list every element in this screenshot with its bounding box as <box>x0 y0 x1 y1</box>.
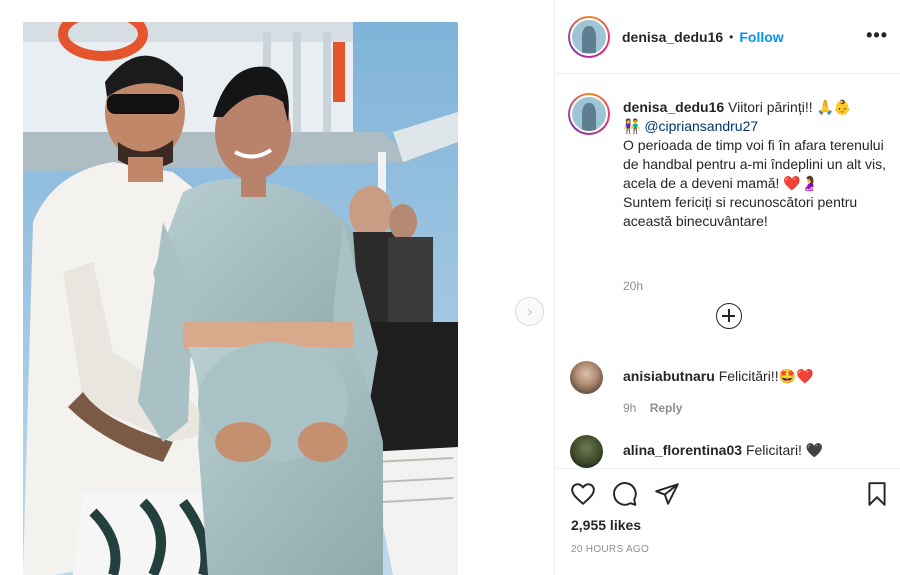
caption-avatar[interactable] <box>568 93 610 135</box>
comment-text: anisiabutnaru Felicitări!!🤩❤️ <box>623 368 813 385</box>
post-photo[interactable] <box>23 22 458 575</box>
caption-mention[interactable]: @cipriansandru27 <box>644 118 758 134</box>
post-header: denisa_dedu16 • Follow ••• <box>556 0 900 74</box>
caption-text: denisa_dedu16 Viitori părinți!! 🙏👶 👫 @ci… <box>623 98 888 231</box>
comment-text: alina_florentina03 Felicitari! 🖤 <box>623 442 823 459</box>
post-timestamp[interactable]: 20 HOURS AGO <box>571 544 649 555</box>
caption-line: Viitori părinți!! 🙏👶 <box>728 99 852 115</box>
comment-icon[interactable] <box>612 481 638 510</box>
next-photo-button[interactable]: › <box>515 297 544 326</box>
post-side-panel: denisa_dedu16 • Follow ••• denisa_dedu16… <box>556 0 900 575</box>
author-avatar[interactable] <box>568 15 610 58</box>
heart-icon[interactable] <box>570 481 596 510</box>
caption-body: O perioada de timp voi fi în afara teren… <box>623 137 887 191</box>
caption-couple-emoji: 👫 <box>623 118 645 134</box>
comment-time: 9h <box>623 401 637 415</box>
paper-plane-icon[interactable] <box>654 481 680 510</box>
plus-circle-icon[interactable] <box>716 303 742 329</box>
chevron-right-icon: › <box>526 301 534 321</box>
comment-username[interactable]: alina_florentina03 <box>623 442 742 458</box>
header-separator: • <box>729 29 734 44</box>
comments-section: denisa_dedu16 Viitori părinți!! 🙏👶 👫 @ci… <box>556 75 900 468</box>
reply-button[interactable]: Reply <box>650 401 683 415</box>
commenter-avatar[interactable] <box>570 435 603 468</box>
more-options-icon[interactable]: ••• <box>866 25 888 46</box>
commenter-avatar[interactable] <box>570 361 603 394</box>
comment-username[interactable]: anisiabutnaru <box>623 368 715 384</box>
post-actions: 2,955 likes 20 HOURS AGO <box>556 468 900 575</box>
follow-button[interactable]: Follow <box>739 29 783 45</box>
like-count[interactable]: 2,955 likes <box>571 517 641 533</box>
author-username[interactable]: denisa_dedu16 <box>622 29 723 45</box>
caption-body-2: Suntem fericiți si recunoscători pentru … <box>623 194 858 229</box>
comment-body: Felicitari! 🖤 <box>745 442 824 458</box>
post-media: › <box>0 0 555 575</box>
caption-username[interactable]: denisa_dedu16 <box>623 99 724 115</box>
comment-body: Felicitări!!🤩❤️ <box>718 368 814 384</box>
caption-time: 20h <box>623 279 644 293</box>
comment-meta: 9h Reply <box>623 401 682 415</box>
bookmark-icon[interactable] <box>865 481 889 510</box>
